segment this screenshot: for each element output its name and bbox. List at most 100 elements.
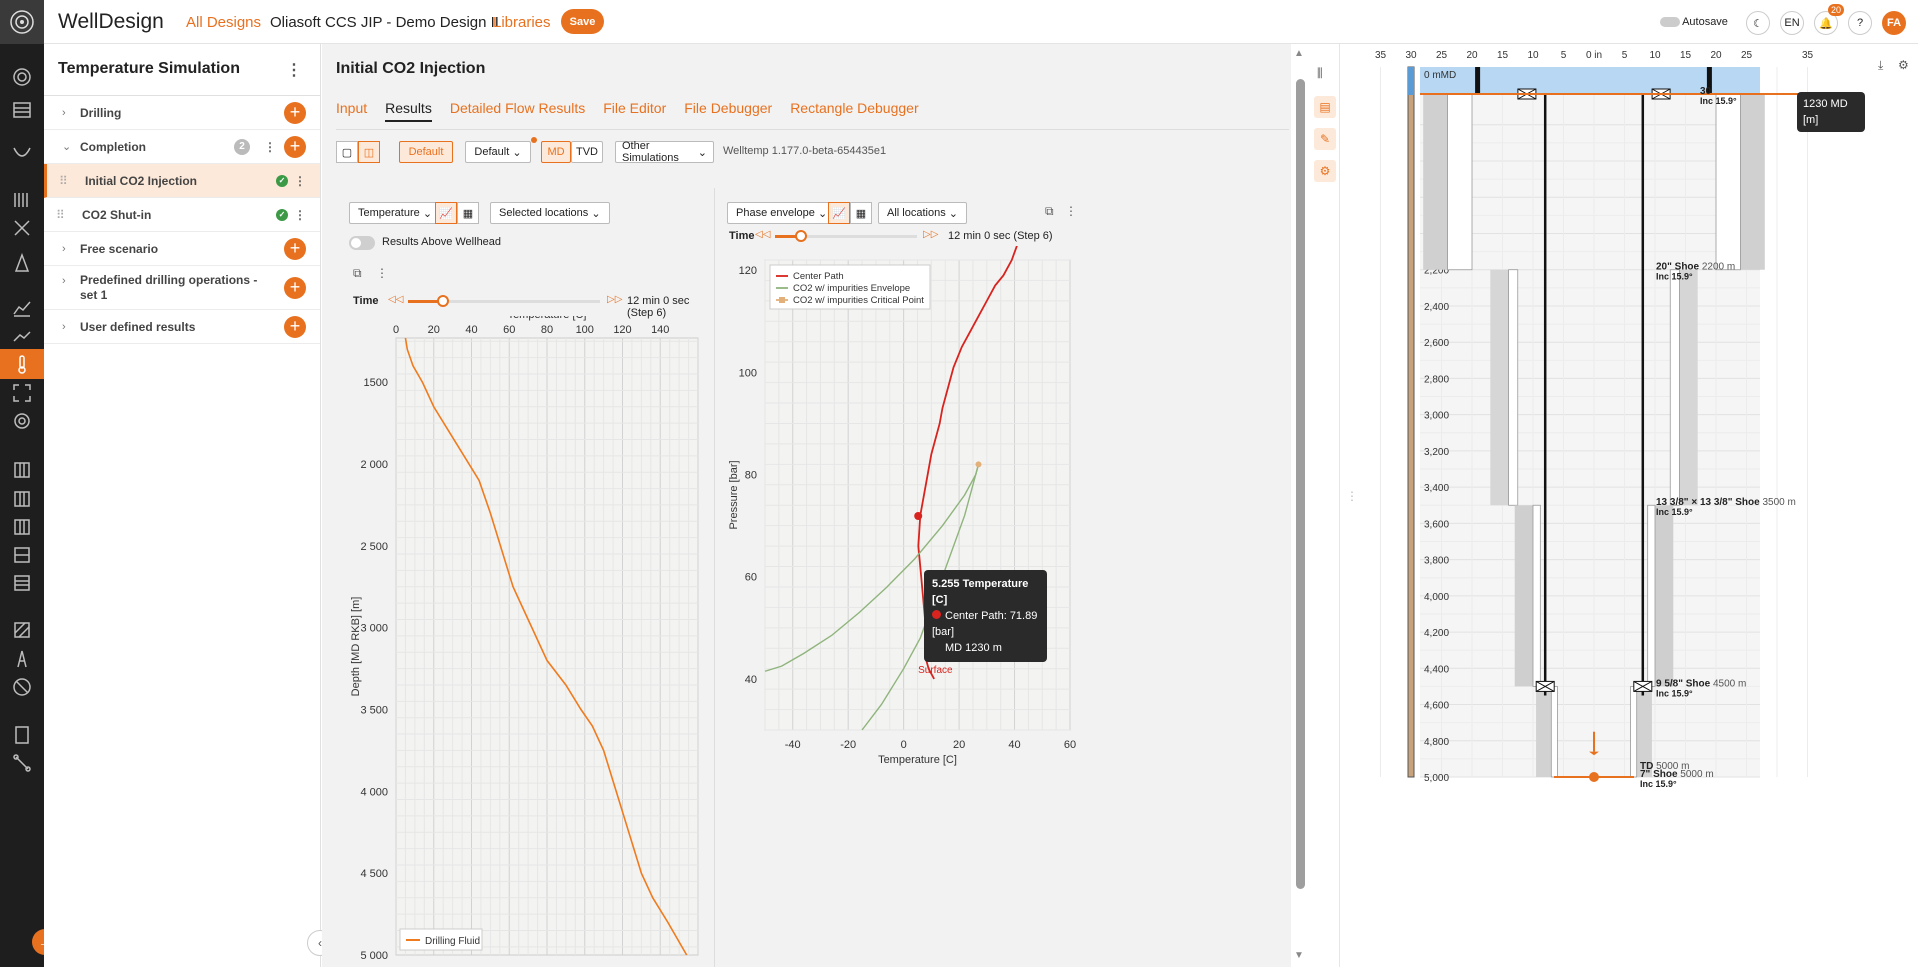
chevron-right-icon[interactable]: › — [62, 321, 66, 333]
tab-file-debugger[interactable]: File Debugger — [684, 100, 772, 122]
more-icon[interactable]: ⋮ — [294, 208, 306, 222]
libraries-link[interactable]: Libraries — [493, 14, 551, 31]
time-slider[interactable] — [408, 295, 600, 307]
chevron-right-icon[interactable]: › — [62, 274, 66, 289]
casing-icon-3[interactable] — [6, 512, 38, 542]
database-icon[interactable] — [6, 95, 38, 125]
table-icon[interactable]: ▦ — [850, 202, 872, 224]
tree-item-co2-shut-in[interactable]: ⠿ CO2 Shut-in ✓ ⋮ — [44, 198, 320, 232]
chart-menu-icon[interactable]: ⋮ — [376, 266, 388, 280]
vertical-scrollbar[interactable]: ▲ ▼ — [1291, 44, 1310, 967]
chart-area-icon[interactable] — [6, 293, 38, 323]
document-icon[interactable] — [6, 720, 38, 750]
graph-icon[interactable] — [6, 748, 38, 778]
tree-item-initial-co2[interactable]: ⠿ Initial CO2 Injection ✓ ⋮ — [44, 164, 320, 198]
split-layout-icon[interactable]: ◫ — [358, 141, 380, 163]
gear-icon[interactable]: ⚙ — [1314, 160, 1336, 182]
time-slider[interactable] — [775, 230, 917, 242]
trend-icon[interactable] — [6, 322, 38, 352]
user-avatar[interactable]: FA — [1882, 11, 1906, 35]
rewind-icon[interactable]: ◁◁ — [388, 294, 403, 305]
tab-file-editor[interactable]: File Editor — [603, 100, 666, 122]
line-chart-icon[interactable]: 📈 — [828, 202, 850, 224]
tab-rectangle-debugger[interactable]: Rectangle Debugger — [790, 100, 918, 122]
chart-settings-icon[interactable]: ⧉ — [1045, 204, 1054, 219]
language-button[interactable]: EN — [1780, 11, 1804, 35]
casing-icon-2[interactable] — [6, 484, 38, 514]
tree-item-predefined[interactable]: › Predefined drilling operations - set 1… — [44, 266, 320, 310]
app-logo-icon[interactable] — [0, 0, 44, 44]
gear-icon[interactable] — [6, 406, 38, 436]
default-button[interactable]: Default — [399, 141, 453, 163]
cement-sheath — [1536, 686, 1552, 777]
settings-icon[interactable] — [6, 62, 38, 92]
tree-item-user-defined[interactable]: › User defined results + — [44, 310, 320, 344]
hatch-icon[interactable] — [6, 615, 38, 645]
add-button[interactable]: + — [284, 101, 306, 124]
project-name[interactable]: Oliasoft CCS JIP - Demo Design II — [270, 14, 499, 31]
time-slider-handle[interactable] — [436, 295, 449, 307]
tree-item-free-scenario[interactable]: › Free scenario + — [44, 232, 320, 266]
chevron-down-icon[interactable]: ⌄ — [62, 140, 71, 153]
locations-select[interactable]: Selected locations ⌄ — [490, 202, 610, 224]
casing-icon-4[interactable] — [6, 540, 38, 570]
single-layout-icon[interactable]: ▢ — [336, 141, 358, 163]
variable-select[interactable]: Temperature ⌄ — [349, 202, 442, 224]
chevron-right-icon[interactable]: › — [62, 243, 66, 255]
tab-results[interactable]: Results — [385, 100, 432, 122]
note-icon[interactable]: ✎ — [1314, 128, 1336, 150]
moon-icon[interactable]: ☾ — [1746, 11, 1770, 35]
line-chart-icon[interactable]: 📈 — [435, 202, 457, 224]
default-select[interactable]: Default ⌄ — [465, 141, 531, 163]
scroll-down-icon[interactable]: ▼ — [1294, 950, 1304, 961]
other-simulations-select[interactable]: Other Simulations ⌄ — [615, 140, 714, 164]
locations-select[interactable]: All locations ⌄ — [878, 202, 967, 224]
tree-item-completion[interactable]: ⌄ Completion 2 ⋮ + — [44, 130, 320, 164]
add-button[interactable]: + — [284, 276, 306, 299]
drag-handle-icon[interactable]: ⠿ — [59, 174, 68, 188]
formation-icon[interactable] — [6, 185, 38, 215]
drag-handle-icon[interactable]: ⠿ — [56, 208, 65, 222]
tab-detailed-flow[interactable]: Detailed Flow Results — [450, 100, 585, 122]
rewind-icon[interactable]: ◁◁ — [755, 229, 770, 240]
expand-icon[interactable] — [6, 378, 38, 408]
rig-icon[interactable] — [6, 248, 38, 278]
md-toggle[interactable]: MD — [541, 141, 571, 163]
derrick-icon[interactable] — [6, 644, 38, 674]
forward-icon[interactable]: ▷▷ — [607, 294, 622, 305]
tree-item-drilling[interactable]: › Drilling + — [44, 96, 320, 130]
all-designs-link[interactable]: All Designs — [186, 14, 261, 31]
thermometer-icon[interactable] — [0, 349, 44, 379]
add-button[interactable]: + — [284, 315, 306, 338]
time-slider-handle[interactable] — [794, 230, 807, 242]
tab-input[interactable]: Input — [336, 100, 367, 122]
calculator-icon[interactable]: ▤ — [1314, 96, 1336, 118]
block-icon[interactable] — [6, 672, 38, 702]
scroll-thumb[interactable] — [1296, 79, 1305, 889]
chart-settings-icon[interactable]: ⧉ — [353, 266, 362, 281]
autosave-toggle[interactable] — [1660, 11, 1680, 33]
chart-type-select[interactable]: Phase envelope ⌄ — [727, 202, 837, 224]
help-button[interactable]: ? — [1848, 11, 1872, 35]
add-button[interactable]: + — [284, 135, 306, 158]
download-icon[interactable]: ⤓ — [1878, 58, 1883, 73]
tvd-toggle[interactable]: TVD — [571, 141, 603, 163]
trajectory-icon[interactable] — [6, 140, 38, 170]
settings-icon[interactable]: ⚙ — [1898, 58, 1909, 72]
forward-icon[interactable]: ▷▷ — [923, 229, 938, 240]
save-button[interactable]: Save — [561, 9, 604, 34]
chart-menu-icon[interactable]: ⋮ — [1065, 204, 1077, 218]
more-icon[interactable]: ⋮ — [294, 174, 306, 188]
casing-icon-5[interactable] — [6, 568, 38, 598]
schematic-icon[interactable]: ⫼ — [1317, 66, 1323, 81]
casing-icon-1[interactable] — [6, 455, 38, 485]
panel-menu-icon[interactable]: ⋮ — [286, 60, 302, 80]
table-icon[interactable]: ▦ — [457, 202, 479, 224]
scroll-up-icon[interactable]: ▲ — [1294, 48, 1304, 59]
more-icon[interactable]: ⋮ — [264, 140, 276, 154]
chevron-right-icon[interactable]: › — [62, 107, 66, 119]
tools-icon[interactable] — [6, 213, 38, 243]
x-tick-label: 20 — [953, 739, 965, 751]
results-above-wellhead-toggle[interactable] — [349, 236, 375, 250]
add-button[interactable]: + — [284, 237, 306, 260]
